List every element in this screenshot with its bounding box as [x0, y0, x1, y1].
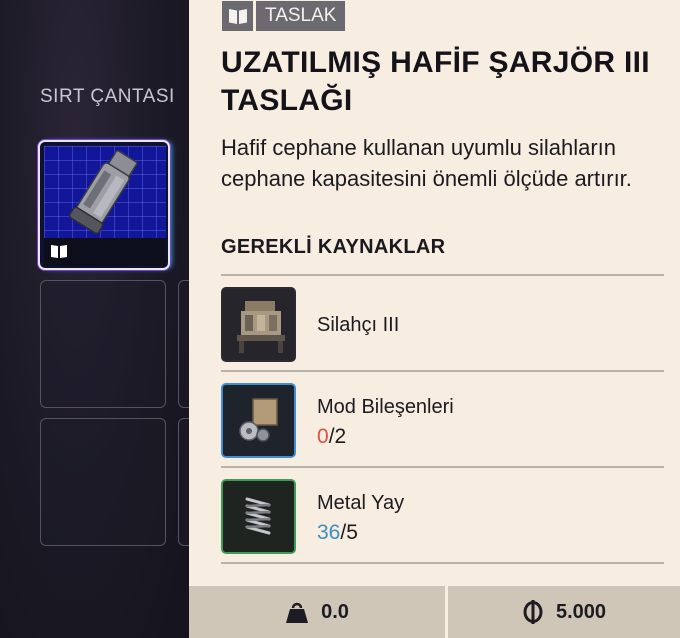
tag-label: TASLAK	[256, 1, 346, 31]
divider	[221, 274, 664, 276]
price-display: 5.000	[448, 586, 680, 638]
resource-row-mod-components[interactable]: Mod Bileşenleri 0/2	[221, 383, 664, 475]
weight-value: 0.0	[321, 600, 349, 623]
resource-name: Mod Bileşenleri	[317, 396, 454, 418]
resource-thumbnail	[221, 287, 296, 362]
resource-need: 2	[334, 425, 347, 448]
resource-name: Silahçı III	[317, 314, 400, 336]
resource-thumbnail	[221, 479, 296, 554]
resource-row-metal-spring[interactable]: Metal Yay 36/5	[221, 479, 664, 571]
item-footer: 0.0 5.000	[189, 586, 680, 638]
resource-count: 0/2	[317, 425, 346, 449]
inventory-slot-empty[interactable]	[40, 418, 166, 546]
mod-components-icon	[223, 385, 294, 456]
required-resources-title: GEREKLİ KAYNAKLAR	[221, 236, 446, 258]
weight-display: 0.0	[189, 586, 445, 638]
resource-row-workbench[interactable]: Silahçı III	[221, 287, 664, 379]
blueprint-book-icon	[228, 9, 247, 24]
coin-icon	[523, 600, 543, 624]
tag-icon-box	[222, 1, 253, 31]
weight-icon	[286, 602, 309, 623]
resource-name: Metal Yay	[317, 492, 405, 514]
metal-spring-icon	[223, 481, 294, 552]
item-title: UZATILMIŞ HAFİF ŞARJÖR III TASLAĞI	[221, 46, 650, 117]
divider	[221, 562, 664, 564]
blueprint-book-icon	[51, 245, 67, 258]
inventory-slot-selected[interactable]	[38, 140, 170, 270]
resource-thumbnail	[221, 383, 296, 458]
magazine-item-icon	[68, 150, 138, 235]
item-description: Hafif cephane kullanan uyumlu silahların…	[221, 135, 632, 191]
resource-have: 0	[317, 425, 329, 448]
backpack-section-title: SIRT ÇANTASI	[40, 86, 175, 107]
item-type-tag: TASLAK	[222, 1, 346, 31]
divider	[221, 370, 664, 372]
resource-count: 36/5	[317, 521, 358, 545]
resource-need: 5	[346, 521, 358, 544]
inventory-slot-empty[interactable]	[40, 280, 166, 408]
price-value: 5.000	[555, 600, 607, 623]
resource-have: 36	[317, 521, 341, 544]
divider	[221, 466, 664, 468]
item-detail-panel: TASLAK UZATILMIŞ HAFİF ŞARJÖR III TASLAĞ…	[189, 0, 680, 638]
workbench-icon	[223, 289, 294, 360]
